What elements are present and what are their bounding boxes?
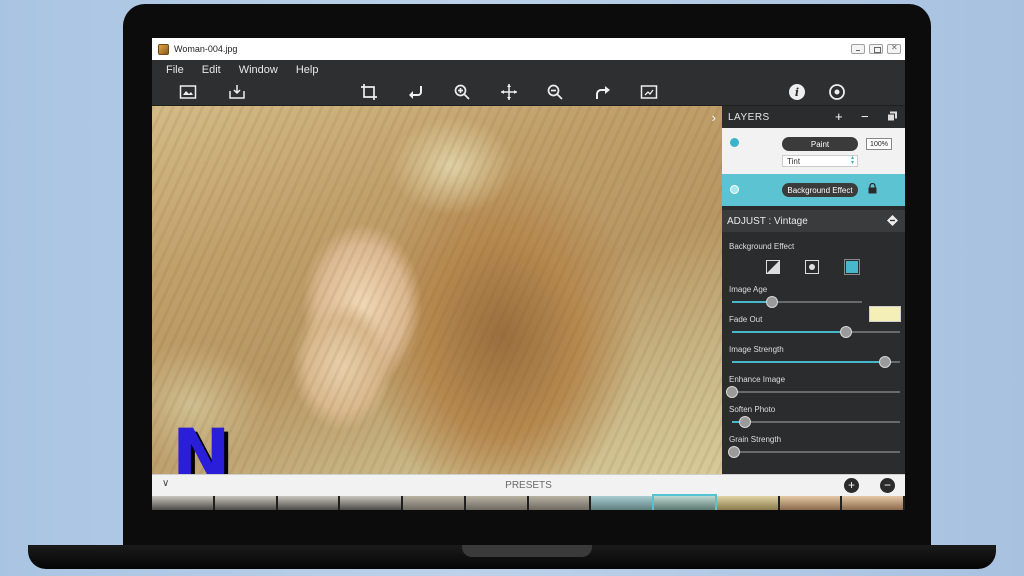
menu-bar: File Edit Window Help xyxy=(152,60,905,79)
fit-screen-icon[interactable] xyxy=(638,83,660,101)
slider-track[interactable] xyxy=(732,296,862,308)
slider-track[interactable] xyxy=(732,326,900,338)
layer-name: Background Effect xyxy=(782,183,858,197)
slider-track[interactable] xyxy=(727,446,900,458)
slider-label: Fade Out xyxy=(729,315,763,324)
layer-visibility-dot[interactable] xyxy=(730,185,739,194)
slider-handle[interactable] xyxy=(727,446,740,458)
add-layer-button[interactable]: + xyxy=(835,109,843,124)
menu-window[interactable]: Window xyxy=(239,64,278,76)
effect-label: Background Effect xyxy=(729,242,795,251)
info-icon[interactable]: i xyxy=(786,83,808,101)
rotate-left-icon[interactable] xyxy=(405,83,427,101)
age-color-swatch[interactable] xyxy=(869,306,901,322)
export-icon[interactable] xyxy=(226,83,248,101)
toolbar: i xyxy=(152,79,905,106)
zoom-out-icon[interactable] xyxy=(544,83,566,101)
layer-row-background-effect[interactable]: Background Effect xyxy=(722,174,905,206)
preset-thumbnail[interactable] xyxy=(152,496,213,510)
settings-icon[interactable] xyxy=(826,83,848,101)
reset-adjust-icon[interactable] xyxy=(886,214,899,227)
duplicate-layer-icon[interactable] xyxy=(887,111,898,122)
color-effect-icon[interactable] xyxy=(842,258,862,276)
contrast-effect-icon[interactable] xyxy=(763,258,783,276)
slider-label: Grain Strength xyxy=(729,435,782,444)
close-button[interactable] xyxy=(887,43,901,54)
laptop-notch xyxy=(462,545,592,557)
crop-icon[interactable] xyxy=(358,83,380,101)
remove-layer-button[interactable]: − xyxy=(861,109,869,124)
rotate-right-icon[interactable] xyxy=(591,83,613,101)
slider-track[interactable] xyxy=(732,416,900,428)
preset-thumbnail[interactable] xyxy=(528,496,590,510)
presets-title: PRESETS xyxy=(505,480,552,491)
preset-thumbnail[interactable] xyxy=(340,496,401,510)
slider-track[interactable] xyxy=(732,356,900,368)
slider-label: Image Strength xyxy=(729,345,784,354)
add-preset-button[interactable]: + xyxy=(844,478,859,493)
slider-fill xyxy=(732,331,847,333)
chevron-right-icon[interactable]: › xyxy=(712,110,716,125)
lock-icon[interactable] xyxy=(868,183,877,194)
layer-visibility-dot[interactable] xyxy=(730,138,739,147)
svg-text:i: i xyxy=(795,86,799,99)
preset-thumbnail[interactable] xyxy=(779,496,841,510)
slider-handle[interactable] xyxy=(840,326,853,338)
layers-title: LAYERS xyxy=(728,111,770,123)
layer-name: Paint xyxy=(782,137,858,151)
presets-bar: ∨ PRESETS + − xyxy=(152,474,905,496)
menu-help[interactable]: Help xyxy=(296,64,319,76)
preset-thumbnails xyxy=(152,494,905,510)
slider-track[interactable] xyxy=(726,386,900,398)
preset-thumbnail[interactable] xyxy=(652,494,717,510)
slider-label: Enhance Image xyxy=(729,375,786,384)
blend-mode-select[interactable]: Tint xyxy=(782,155,858,167)
slider-handle[interactable] xyxy=(878,356,891,368)
slider-handle[interactable] xyxy=(766,296,779,308)
slider-handle[interactable] xyxy=(739,416,752,428)
menu-edit[interactable]: Edit xyxy=(202,64,221,76)
layer-opacity[interactable]: 100% xyxy=(866,138,892,150)
adjust-header: ADJUST : Vintage xyxy=(722,210,905,232)
right-panel: LAYERS + − Paint 100% Tint Background Ef… xyxy=(722,106,905,474)
preset-thumbnail[interactable] xyxy=(403,496,464,510)
image-icon[interactable] xyxy=(177,83,199,101)
window-title: Woman-004.jpg xyxy=(174,44,238,54)
menu-file[interactable]: File xyxy=(166,64,184,76)
app-icon xyxy=(158,43,169,55)
preset-thumbnail[interactable] xyxy=(591,496,652,510)
preset-thumbnail[interactable] xyxy=(465,496,527,510)
slider-label: Soften Photo xyxy=(729,405,776,414)
brightness-effect-icon[interactable] xyxy=(802,258,822,276)
slider-fill xyxy=(732,361,885,363)
preset-thumbnail[interactable] xyxy=(214,496,276,510)
layer-row-paint[interactable]: Paint 100% Tint xyxy=(722,128,905,174)
overlay-logo: N xyxy=(172,414,231,474)
app-window: Woman-004.jpg File Edit Window Help xyxy=(152,38,905,510)
slider-handle[interactable] xyxy=(726,386,738,398)
zoom-in-icon[interactable] xyxy=(451,83,473,101)
slider-label: Image Age xyxy=(729,285,768,294)
preset-thumbnail[interactable] xyxy=(716,496,778,510)
adjust-title: ADJUST : Vintage xyxy=(727,215,808,227)
preset-thumbnail[interactable] xyxy=(277,496,339,510)
layers-header: LAYERS + − xyxy=(722,106,905,128)
preset-thumbnail[interactable] xyxy=(842,496,903,510)
photo-canvas[interactable]: › N xyxy=(152,106,722,474)
title-bar: Woman-004.jpg xyxy=(152,38,905,60)
minimize-button[interactable] xyxy=(851,44,865,54)
chevron-down-icon[interactable]: ∨ xyxy=(162,478,169,489)
remove-preset-button[interactable]: − xyxy=(880,478,895,493)
pan-icon[interactable] xyxy=(498,83,520,101)
maximize-button[interactable] xyxy=(869,44,883,54)
